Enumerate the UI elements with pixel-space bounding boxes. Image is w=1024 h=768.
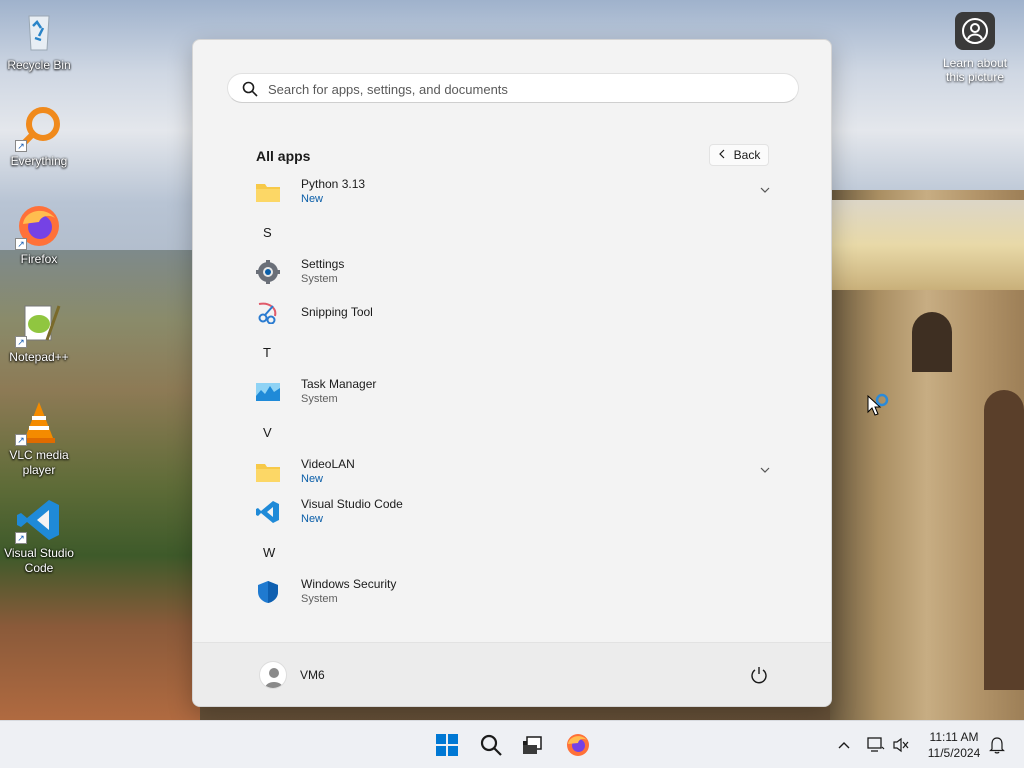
shield-icon	[258, 581, 278, 603]
shortcut-arrow-icon: ↗	[15, 532, 27, 544]
search-icon	[480, 734, 502, 756]
shortcut-arrow-icon: ↗	[15, 336, 27, 348]
vscode-icon: ↗	[15, 496, 63, 544]
search-button[interactable]	[473, 727, 509, 763]
power-icon[interactable]	[749, 665, 769, 685]
folder-icon	[256, 464, 280, 482]
app-subtitle: New	[301, 473, 324, 485]
show-hidden-icons-button[interactable]	[826, 727, 862, 763]
app-name: Python 3.13	[301, 177, 366, 191]
back-label: Back	[733, 148, 761, 162]
desktop-icon-notepadpp[interactable]: ↗ Notepad++	[1, 300, 77, 365]
letter-header-v[interactable]: V	[263, 425, 272, 440]
search-box[interactable]	[227, 73, 799, 103]
chevron-up-icon	[838, 742, 850, 749]
learn-label: Learn about this picture	[942, 56, 1008, 84]
mouse-cursor-icon	[867, 393, 889, 416]
windows-logo-icon	[436, 734, 458, 756]
app-item-task-manager[interactable]: Task Manager System	[245, 374, 785, 410]
folder-icon	[256, 184, 280, 202]
avatar[interactable]	[259, 661, 287, 689]
shortcut-arrow-icon: ↗	[15, 140, 27, 152]
taskbar-firefox-button[interactable]	[560, 727, 596, 763]
gear-icon	[256, 260, 280, 284]
network-button[interactable]	[862, 727, 888, 763]
vscode-icon	[256, 501, 279, 523]
app-subtitle: New	[301, 193, 324, 205]
app-subtitle: System	[301, 593, 338, 605]
firefox-icon	[567, 734, 589, 756]
chevron-down-icon[interactable]	[759, 464, 771, 476]
taskbar: 11:11 AM 11/5/2024	[0, 720, 1024, 768]
vlc-icon: ↗	[15, 398, 63, 446]
app-name: Windows Security	[301, 577, 397, 591]
app-item-settings[interactable]: Settings System	[245, 254, 785, 290]
desktop-icon-vlc[interactable]: ↗ VLC media player	[1, 398, 77, 478]
desktop-icon-label: Notepad++	[9, 350, 69, 364]
user-icon	[265, 668, 283, 688]
everything-icon: ↗	[15, 104, 63, 152]
desktop-icon-label: Recycle Bin	[7, 58, 71, 72]
volume-muted-icon	[893, 737, 909, 753]
app-name: Settings	[301, 257, 345, 271]
scissors-icon	[258, 302, 277, 324]
letter-header-t[interactable]: T	[263, 345, 271, 360]
start-menu: All apps Back Python 3.13 New S Setti	[192, 39, 832, 707]
volume-button[interactable]	[888, 727, 914, 763]
letter-header-s[interactable]: S	[263, 225, 272, 240]
task-view-icon	[523, 736, 542, 754]
task-manager-icon	[256, 383, 280, 401]
desktop-icon-label: Firefox	[20, 252, 58, 266]
desktop-icon-label: Visual Studio Code	[4, 546, 74, 575]
app-name: Snipping Tool	[301, 305, 373, 319]
desktop-icon-recycle-bin[interactable]: Recycle Bin	[1, 8, 77, 73]
chevron-down-icon[interactable]	[759, 184, 771, 196]
recycle-bin-icon	[15, 8, 63, 56]
wallpaper-arch	[912, 312, 952, 372]
chevron-left-icon	[718, 148, 726, 162]
user-name[interactable]: VM6	[300, 668, 325, 682]
app-item-snipping-tool[interactable]: Snipping Tool	[245, 294, 785, 330]
wallpaper-arch	[984, 390, 1024, 690]
app-subtitle: System	[301, 393, 338, 405]
search-input[interactable]	[268, 79, 768, 99]
app-name: VideoLAN	[301, 457, 355, 471]
all-apps-title: All apps	[256, 148, 311, 164]
desktop-icon-label: Everything	[10, 154, 68, 168]
desktop-icon-vscode[interactable]: ↗ Visual Studio Code	[1, 496, 77, 576]
search-icon	[242, 81, 258, 97]
desktop-icon-everything[interactable]: ↗ Everything	[1, 104, 77, 169]
notepadpp-icon: ↗	[15, 300, 63, 348]
app-item-python[interactable]: Python 3.13 New	[245, 174, 785, 210]
app-subtitle: New	[301, 513, 324, 525]
task-view-button[interactable]	[514, 727, 550, 763]
start-footer: VM6	[193, 642, 831, 706]
app-name: Task Manager	[301, 377, 377, 391]
app-item-windows-security[interactable]: Windows Security System	[245, 574, 785, 610]
camera-icon	[955, 12, 995, 50]
clock-time: 11:11 AM	[929, 730, 979, 744]
bell-icon	[989, 737, 1005, 754]
network-icon	[867, 737, 885, 752]
desktop-icon-firefox[interactable]: ↗ Firefox	[1, 202, 77, 267]
shortcut-arrow-icon: ↗	[15, 238, 27, 250]
app-item-vscode[interactable]: Visual Studio Code New	[245, 494, 785, 530]
start-button[interactable]	[429, 727, 465, 763]
app-subtitle: System	[301, 273, 338, 285]
app-name: Visual Studio Code	[301, 497, 403, 511]
app-item-videolan[interactable]: VideoLAN New	[245, 454, 785, 490]
back-button[interactable]: Back	[709, 144, 769, 166]
wallpaper-town	[832, 200, 1024, 290]
firefox-icon: ↗	[15, 202, 63, 250]
letter-header-w[interactable]: W	[263, 545, 275, 560]
learn-about-picture[interactable]: Learn about this picture	[938, 12, 1012, 84]
shortcut-arrow-icon: ↗	[15, 434, 27, 446]
desktop-icon-label: VLC media player	[9, 448, 69, 477]
notifications-button[interactable]	[984, 727, 1010, 763]
clock[interactable]: 11:11 AM 11/5/2024	[918, 729, 990, 761]
clock-date: 11/5/2024	[927, 746, 981, 760]
